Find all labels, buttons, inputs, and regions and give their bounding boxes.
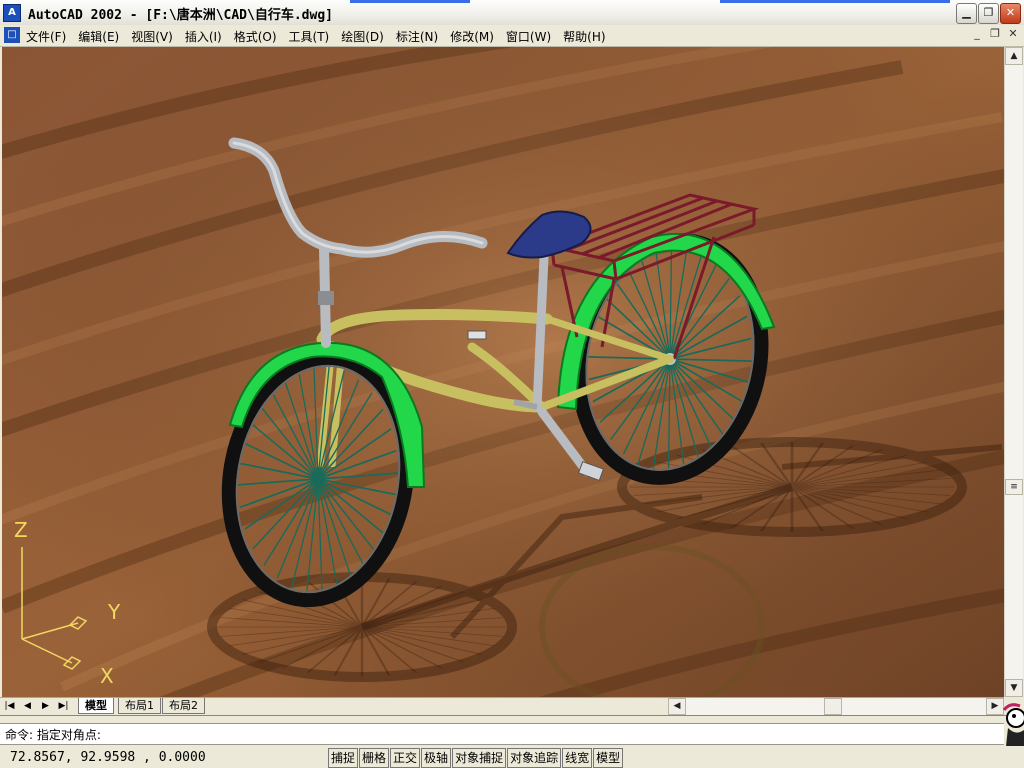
toggle-ortho[interactable]: 正交 <box>390 748 421 768</box>
menu-edit[interactable]: 编辑(E) <box>78 28 119 45</box>
scroll-left-button[interactable]: ◀ <box>668 698 686 715</box>
menu-view[interactable]: 视图(V) <box>131 28 173 45</box>
toggle-model[interactable]: 模型 <box>593 748 624 768</box>
drawing-viewport[interactable]: Z Y X <box>2 47 1004 697</box>
vertical-scrollbar[interactable]: ▲ ≡ ▼ <box>1004 47 1023 697</box>
autocad-icon[interactable]: A <box>3 4 21 22</box>
command-prompt-label: 命令: <box>5 728 34 742</box>
title-bar: A AutoCAD 2002 - [F:\唐本洲\CAD\自行车.dwg] ▁ … <box>0 0 1024 26</box>
ucs-y-label: Y <box>107 600 121 624</box>
last-tab-button[interactable]: ▶| <box>56 699 71 713</box>
menu-draw[interactable]: 绘图(D) <box>341 28 384 45</box>
menu-help[interactable]: 帮助(H) <box>563 28 605 45</box>
status-bar: 72.8567, 92.9598 , 0.0000 捕捉 栅格 正交 极轴 对象… <box>0 746 1024 768</box>
ucs-z-label: Z <box>14 518 28 542</box>
drafting-toggles: 捕捉 栅格 正交 极轴 对象捕捉 对象追踪 线宽 模型 <box>328 748 624 768</box>
menu-insert[interactable]: 插入(I) <box>185 28 222 45</box>
bicycle-render: Z Y X <box>2 47 1004 697</box>
toggle-grid[interactable]: 栅格 <box>359 748 390 768</box>
tab-model[interactable]: 模型 <box>78 698 114 714</box>
command-line[interactable]: 命令: 指定对角点: <box>0 723 1004 745</box>
scroll-down-button[interactable]: ▼ <box>1005 679 1023 697</box>
toggle-otrack[interactable]: 对象追踪 <box>507 748 562 768</box>
window-title: AutoCAD 2002 - [F:\唐本洲\CAD\自行车.dwg] <box>28 8 333 23</box>
doc-close-button[interactable]: ✕ <box>1006 27 1020 41</box>
toggle-osnap[interactable]: 对象捕捉 <box>452 748 507 768</box>
title-highlight-right <box>720 0 950 3</box>
menu-dimension[interactable]: 标注(N) <box>396 28 438 45</box>
first-tab-button[interactable]: |◀ <box>2 699 17 713</box>
menu-window[interactable]: 窗口(W) <box>506 28 551 45</box>
ucs-x-label: X <box>100 664 114 688</box>
prev-tab-button[interactable]: ◀ <box>20 699 35 713</box>
horizontal-scroll-thumb[interactable] <box>824 698 842 715</box>
toggle-lineweight[interactable]: 线宽 <box>562 748 593 768</box>
mascot-icon <box>1002 703 1024 746</box>
vertical-scroll-thumb[interactable]: ≡ <box>1005 479 1023 495</box>
doc-minimize-button[interactable]: _ <box>970 27 984 41</box>
menu-modify[interactable]: 修改(M) <box>450 28 494 45</box>
toggle-polar[interactable]: 极轴 <box>421 748 452 768</box>
next-tab-button[interactable]: ▶ <box>38 699 53 713</box>
minimize-button[interactable]: ▁ <box>956 3 977 24</box>
tab-layout1[interactable]: 布局1 <box>118 698 161 714</box>
command-prompt: 命令: 指定对角点: <box>5 726 101 743</box>
toggle-snap[interactable]: 捕捉 <box>328 748 359 768</box>
command-text: 指定对角点: <box>36 728 101 742</box>
title-highlight-left <box>350 0 470 3</box>
coordinate-readout: 72.8567, 92.9598 , 0.0000 <box>10 750 206 765</box>
menu-format[interactable]: 格式(O) <box>234 28 277 45</box>
restore-button[interactable]: ❐ <box>978 3 999 24</box>
close-button[interactable]: ✕ <box>1000 3 1021 24</box>
tab-layout2[interactable]: 布局2 <box>162 698 205 714</box>
menu-file[interactable]: 文件(F) <box>26 28 66 45</box>
menu-items: 文件(F) 编辑(E) 视图(V) 插入(I) 格式(O) 工具(T) 绘图(D… <box>26 28 618 45</box>
doc-restore-button[interactable]: ❐ <box>988 27 1002 41</box>
menu-tools[interactable]: 工具(T) <box>289 28 330 45</box>
horizontal-scrollbar[interactable]: ◀ ▶ <box>668 697 1004 715</box>
menu-bar: □ 文件(F) 编辑(E) 视图(V) 插入(I) 格式(O) 工具(T) 绘图… <box>0 25 1024 47</box>
scroll-up-button[interactable]: ▲ <box>1005 47 1023 65</box>
drawing-icon[interactable]: □ <box>4 27 20 43</box>
